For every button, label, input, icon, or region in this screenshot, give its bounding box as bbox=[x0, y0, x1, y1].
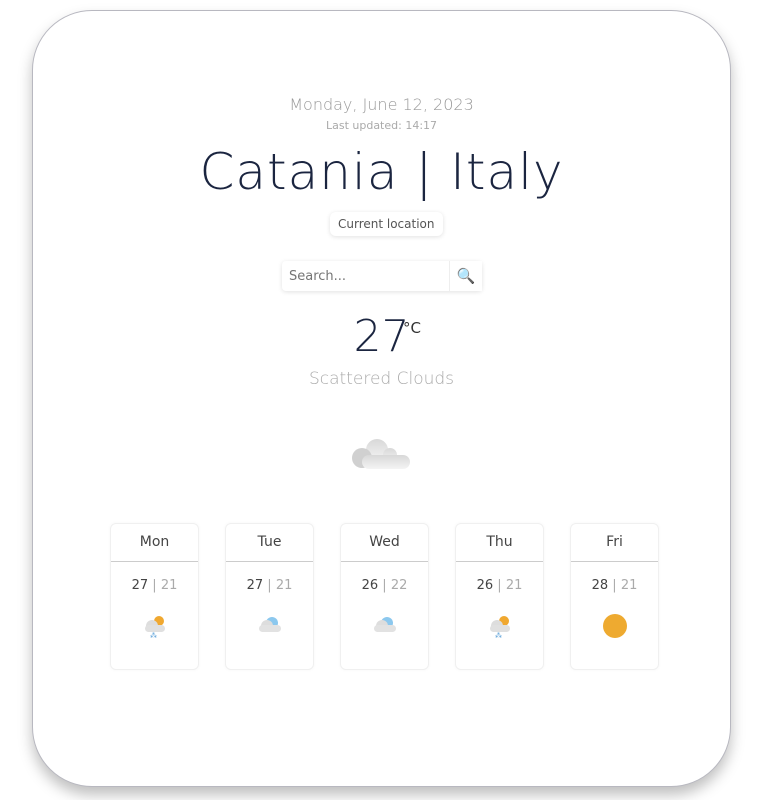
forecast-day: Fri 28 | 21 bbox=[570, 523, 659, 670]
low-temp: 21 bbox=[505, 578, 523, 593]
day-name: Thu bbox=[456, 524, 543, 562]
high-temp: 26 bbox=[476, 578, 494, 593]
forecast-day: Wed 26 | 22 bbox=[340, 523, 429, 670]
low-temp: 21 bbox=[275, 578, 293, 593]
search-button[interactable]: 🔍 bbox=[449, 261, 482, 291]
search-input[interactable] bbox=[282, 261, 449, 291]
low-temp: 21 bbox=[620, 578, 638, 593]
high-temp: 27 bbox=[246, 578, 264, 593]
forecast-day: Tue 27 | 21 bbox=[225, 523, 314, 670]
forecast-day: Mon 27 | 21 ⁂ bbox=[110, 523, 199, 670]
search-bar: 🔍 bbox=[282, 261, 482, 291]
day-name: Mon bbox=[111, 524, 198, 562]
day-temps: 26 | 21 bbox=[456, 578, 543, 593]
date: Monday, June 12, 2023 bbox=[289, 95, 474, 114]
scattered-clouds-icon bbox=[352, 439, 410, 469]
low-temp: 22 bbox=[390, 578, 408, 593]
weather-card: Monday, June 12, 2023 Last updated: 14:1… bbox=[32, 10, 731, 787]
sun-icon bbox=[571, 613, 658, 639]
clouds-icon bbox=[226, 613, 313, 635]
high-temp: 28 bbox=[591, 578, 609, 593]
high-temp: 27 bbox=[131, 578, 149, 593]
day-temps: 27 | 21 bbox=[111, 578, 198, 593]
current-location-button[interactable]: Current location bbox=[330, 212, 443, 236]
temp-unit: °C bbox=[403, 319, 421, 337]
sun-cloud-rain-icon: ⁂ bbox=[456, 613, 543, 639]
svg-text:⁂: ⁂ bbox=[150, 632, 157, 639]
city-title: Catania | Italy bbox=[199, 143, 564, 201]
separator: | bbox=[612, 578, 617, 593]
day-temps: 28 | 21 bbox=[571, 578, 658, 593]
high-temp: 26 bbox=[361, 578, 379, 593]
separator: | bbox=[152, 578, 157, 593]
day-name: Tue bbox=[226, 524, 313, 562]
current-temp: 27 bbox=[353, 311, 410, 362]
forecast-day: Thu 26 | 21 ⁂ bbox=[455, 523, 544, 670]
separator: | bbox=[382, 578, 387, 593]
day-temps: 27 | 21 bbox=[226, 578, 313, 593]
separator: | bbox=[267, 578, 272, 593]
day-name: Wed bbox=[341, 524, 428, 562]
clouds-icon bbox=[341, 613, 428, 635]
sun-cloud-rain-icon: ⁂ bbox=[111, 613, 198, 639]
low-temp: 21 bbox=[160, 578, 178, 593]
svg-text:⁂: ⁂ bbox=[495, 632, 502, 639]
forecast-list: Mon 27 | 21 ⁂ Tue 27 | 21 Wed 26 | 22 Thu… bbox=[110, 523, 659, 670]
weather-description: Scattered Clouds bbox=[308, 369, 455, 389]
day-name: Fri bbox=[571, 524, 658, 562]
day-temps: 26 | 22 bbox=[341, 578, 428, 593]
magnifier-icon: 🔍 bbox=[456, 268, 476, 285]
separator: | bbox=[497, 578, 502, 593]
last-updated: Last updated: 14:17 bbox=[325, 119, 438, 132]
